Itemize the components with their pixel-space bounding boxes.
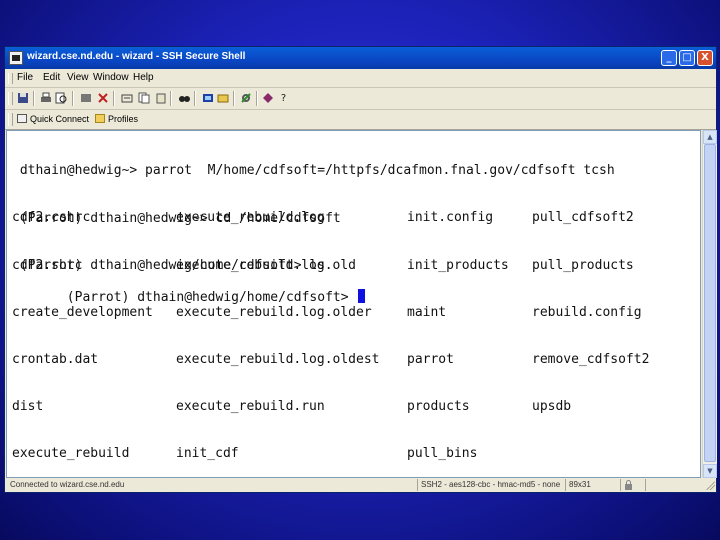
ls-column-4: pull_cdfsoft2 pull_products rebuild.conf… (532, 179, 649, 446)
menu-help[interactable]: Help (133, 72, 154, 83)
status-bar: Connected to wizard.cse.nd.edu SSH2 - ae… (5, 479, 716, 492)
profiles-icon[interactable] (261, 92, 274, 105)
ls-entry: cdf2.shrc (12, 257, 83, 273)
ls-entry: crontab.dat (12, 351, 99, 367)
resize-grip-icon[interactable] (705, 480, 715, 490)
ls-entry: init_products (407, 257, 509, 273)
copy-icon[interactable] (79, 92, 92, 105)
ls-entry: execute_rebuild.run (176, 398, 325, 414)
help-icon[interactable]: ? (277, 92, 290, 105)
toolbar-grip[interactable] (8, 92, 13, 105)
prompt-line: (Parrot) dthain@hedwig/home/cdfsoft> (12, 273, 366, 321)
ls-entry: execute_rebuild (12, 445, 130, 461)
quick-connect-icon (17, 114, 27, 123)
ls-entry: rebuild.config (532, 304, 642, 320)
menubar-grip[interactable] (8, 73, 13, 84)
new-terminal-icon[interactable] (201, 92, 214, 105)
ls-entry: pull_cdfsoft2 (532, 210, 634, 226)
ls-entry: products (407, 398, 470, 414)
ls-column-2: execute_rebuild.log execute_rebuild.log.… (176, 179, 380, 477)
ls-entry: execute_rebuild.log.old (176, 257, 357, 273)
menu-bar: File Edit View Window Help (5, 70, 716, 88)
folder-icon (95, 114, 105, 123)
status-empty-pane (645, 479, 709, 491)
ls-entry: upsdb (532, 398, 572, 414)
ls-entry: init_cdf (176, 445, 239, 461)
ls-entry: pull_bins (407, 445, 478, 461)
toolbar-separator (170, 91, 172, 106)
new-file-transfer-icon[interactable] (216, 92, 229, 105)
profiles-label: Profiles (108, 114, 139, 124)
ls-column-3: init.config init_products maint parrot p… (407, 179, 509, 477)
toolbar-separator (113, 91, 115, 106)
ls-entry: remove_cdfsoft2 (532, 351, 650, 367)
terminal-area[interactable]: dthain@hedwig~> parrot M/home/cdfsoft=/h… (6, 130, 701, 478)
vertical-scrollbar[interactable]: ▲ ▼ (702, 130, 717, 478)
profilebar-grip[interactable] (8, 113, 13, 126)
scroll-thumb[interactable] (704, 144, 716, 462)
paste-special-icon[interactable] (154, 92, 167, 105)
ls-column-1: cdf2.cshrc cdf2.shrc create_development … (12, 179, 153, 477)
ssh-window: wizard.cse.nd.edu - wizard - SSH Secure … (4, 46, 717, 493)
ssh-app-icon[interactable] (9, 51, 23, 65)
print-preview-icon[interactable] (54, 92, 67, 105)
ls-entry: init.config (407, 210, 494, 226)
settings-icon[interactable] (239, 92, 252, 105)
save-icon[interactable] (16, 92, 29, 105)
profiles-button[interactable]: Profiles (95, 113, 138, 126)
toolbar-separator (233, 91, 235, 106)
ls-entry: execute_rebuild.log.oldest (176, 351, 380, 367)
ls-entry: maint (407, 304, 447, 320)
title-bar[interactable]: wizard.cse.nd.edu - wizard - SSH Secure … (5, 47, 716, 69)
menu-view[interactable]: View (67, 72, 89, 83)
ls-entry: execute_rebuild.log (176, 210, 325, 226)
find-icon[interactable] (177, 92, 190, 105)
scroll-up-icon[interactable]: ▲ (703, 130, 717, 144)
maximize-button[interactable]: □ (679, 50, 695, 66)
toolbar: ? (5, 88, 716, 110)
cut-icon[interactable] (137, 92, 150, 105)
ls-entry: cdf2.cshrc (12, 210, 91, 226)
print-icon[interactable] (39, 92, 52, 105)
close-button[interactable]: X (697, 50, 713, 66)
menu-window[interactable]: Window (93, 72, 129, 83)
menu-edit[interactable]: Edit (43, 72, 60, 83)
window-title: wizard.cse.nd.edu - wizard - SSH Secure … (27, 51, 246, 62)
quick-connect-label: Quick Connect (30, 114, 90, 124)
text-cursor (358, 288, 366, 303)
scroll-down-icon[interactable]: ▼ (703, 464, 717, 478)
quick-connect-button[interactable]: Quick Connect (17, 113, 89, 126)
menu-file[interactable]: File (17, 72, 33, 83)
toolbar-separator (33, 91, 35, 106)
status-lock-icon (620, 479, 644, 491)
profile-bar: Quick Connect Profiles (5, 110, 716, 130)
prompt-text: (Parrot) dthain@hedwig/home/cdfsoft> (58, 289, 357, 305)
undo-icon[interactable] (120, 92, 133, 105)
terminal-line: dthain@hedwig~> parrot M/home/cdfsoft=/h… (12, 163, 615, 179)
ls-entry: dist (12, 398, 44, 414)
paste-icon[interactable] (96, 92, 109, 105)
toolbar-separator (256, 91, 258, 106)
minimize-button[interactable]: _ (661, 50, 677, 66)
status-protocol: SSH2 - aes128-cbc - hmac-md5 - none (417, 479, 569, 491)
toolbar-separator (194, 91, 196, 106)
status-connection: Connected to wizard.cse.nd.edu (10, 480, 125, 489)
toolbar-separator (72, 91, 74, 106)
ls-entry: parrot (407, 351, 454, 367)
status-terminal-size: 89x31 (565, 479, 619, 491)
ls-entry: pull_products (532, 257, 634, 273)
